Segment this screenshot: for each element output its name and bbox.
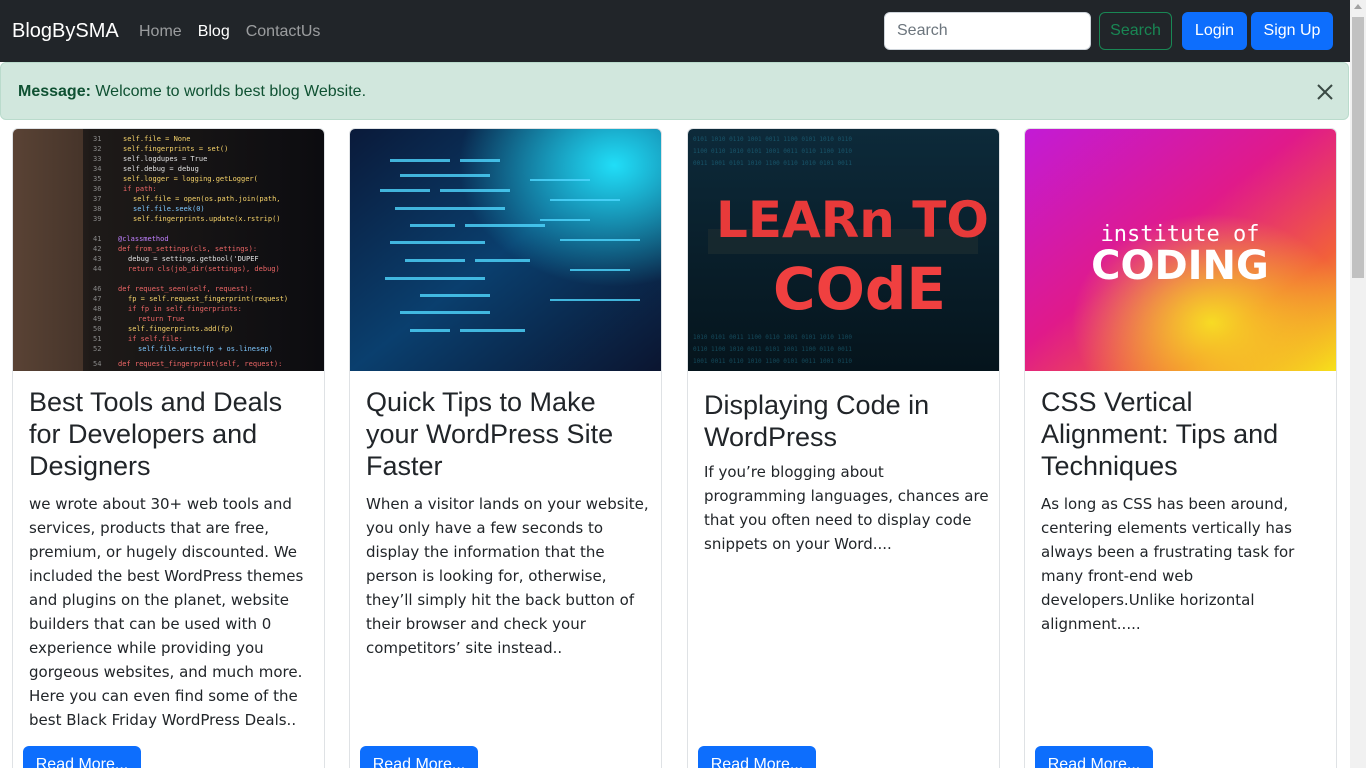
page-scrollbar[interactable] (1350, 0, 1366, 768)
nav-links: Home Blog ContactUs (139, 21, 320, 42)
svg-text:32: 32 (93, 145, 101, 153)
svg-text:fp = self.request_fingerprint(: fp = self.request_fingerprint(request) (128, 295, 288, 303)
learn-to-code-image: 0101 1010 0110 1001 0011 1100 0101 1010 … (688, 129, 999, 371)
svg-text:31: 31 (93, 135, 101, 143)
svg-text:47: 47 (93, 295, 101, 303)
svg-text:if path:: if path: (123, 185, 157, 193)
svg-text:def from_settings(cls, setting: def from_settings(cls, settings): (118, 245, 257, 253)
svg-text:self.fingerprints.update(x.rst: self.fingerprints.update(x.rstrip() (133, 215, 281, 223)
svg-text:1010 0101 0011 1100 0110 1001: 1010 0101 0011 1100 0110 1001 0101 1010 … (693, 334, 852, 341)
card-title[interactable]: CSS Vertical Alignment: Tips and Techniq… (1041, 386, 1326, 482)
svg-text:self.file.seek(0): self.file.seek(0) (133, 205, 205, 213)
blog-card: 31 self.file = None 32 self.fingerprints =… (12, 128, 325, 768)
nav-link-blog[interactable]: Blog (198, 21, 230, 42)
svg-text:0011 1001 0101 1010 1100 0110: 0011 1001 0101 1010 1100 0110 1010 0101 … (693, 160, 852, 167)
svg-text:35: 35 (93, 175, 101, 183)
image-text-coding: CODING (1091, 243, 1269, 289)
svg-text:debug = settings.getbool('DUPE: debug = settings.getbool('DUPEF (128, 255, 259, 263)
read-more-button[interactable]: Read More... (360, 746, 478, 768)
alert-label: Message: (18, 83, 91, 100)
svg-text:38: 38 (93, 205, 101, 213)
svg-text:return cls(job_dir(settings),: return cls(job_dir(settings), debug) (128, 265, 280, 273)
close-icon[interactable] (1314, 81, 1336, 103)
blue-code-screen-image (350, 129, 661, 371)
svg-text:48: 48 (93, 305, 101, 313)
svg-text:self.logger = logging.getLogge: self.logger = logging.getLogger( (123, 175, 258, 183)
card-text: When a visitor lands on your website, yo… (366, 495, 649, 657)
svg-text:41: 41 (93, 235, 101, 243)
svg-text:self.file.write(fp + os.linese: self.file.write(fp + os.linesep) (138, 345, 273, 353)
brand-logo[interactable]: BlogBySMA (12, 18, 119, 44)
svg-text:44: 44 (93, 265, 101, 273)
svg-text:if fp in self.fingerprints:: if fp in self.fingerprints: (128, 305, 242, 313)
navbar: BlogBySMA Home Blog ContactUs Search Log… (0, 0, 1350, 62)
svg-text:46: 46 (93, 285, 101, 293)
image-text-code: COdE (773, 255, 946, 323)
card-text: As long as CSS has been around, centerin… (1041, 495, 1295, 633)
svg-text:self.debug = debug: self.debug = debug (123, 165, 199, 173)
svg-text:37: 37 (93, 195, 101, 203)
code-editor-screen-image: 31 self.file = None 32 self.fingerprints =… (13, 129, 324, 371)
read-more-button[interactable]: Read More... (698, 746, 816, 768)
svg-text:33: 33 (93, 155, 101, 163)
svg-text:self.file = None: self.file = None (123, 135, 190, 143)
svg-text:self.file = open(os.path.join(: self.file = open(os.path.join(path, (133, 195, 281, 203)
nav-link-contactus[interactable]: ContactUs (246, 21, 321, 42)
svg-text:1001 0011 0110 1010 1100 0101: 1001 0011 0110 1010 1100 0101 0011 1001 … (693, 358, 852, 365)
svg-text:def request_seen(self, request: def request_seen(self, request): (118, 285, 253, 293)
read-more-button[interactable]: Read More... (1035, 746, 1153, 768)
svg-text:0101 1010 0110 1001 0011 1100: 0101 1010 0110 1001 0011 1100 0101 1010 … (693, 136, 852, 143)
alert-message: Message: Welcome to worlds best blog Web… (18, 82, 366, 102)
card-text: we wrote about 30+ web tools and service… (29, 495, 304, 729)
svg-text:if self.file:: if self.file: (128, 335, 183, 343)
svg-text:49: 49 (93, 315, 101, 323)
svg-text:0110 1100 1010 0011 0101 1001: 0110 1100 1010 0011 0101 1001 1100 0110 … (693, 346, 852, 353)
nav-link-home[interactable]: Home (139, 21, 182, 42)
svg-text:39: 39 (93, 215, 101, 223)
card-text: If you’re blogging about programming lan… (704, 463, 989, 553)
search-button[interactable]: Search (1099, 12, 1172, 50)
scrollbar-thumb[interactable] (1352, 17, 1364, 278)
svg-text:36: 36 (93, 185, 101, 193)
svg-text:@classmethod: @classmethod (118, 235, 169, 243)
svg-text:self.fingerprints = set(): self.fingerprints = set() (123, 145, 228, 153)
blog-card: 0101 1010 0110 1001 0011 1100 0101 1010 … (687, 128, 1000, 768)
svg-text:1100 0110 1010 0101 1001 0011: 1100 0110 1010 0101 1001 0011 0110 1100 … (693, 148, 852, 155)
signup-button[interactable]: Sign Up (1251, 12, 1333, 50)
card-title[interactable]: Best Tools and Deals for Developers and … (29, 386, 314, 482)
login-button[interactable]: Login (1182, 12, 1247, 50)
svg-text:34: 34 (93, 165, 101, 173)
svg-text:self.logdupes = True: self.logdupes = True (123, 155, 207, 163)
blog-card: Quick Tips to Make your WordPress Site F… (349, 128, 662, 768)
message-alert: Message: Welcome to worlds best blog Web… (0, 62, 1349, 120)
blog-card: institute of CODING CSS Vertical Alignme… (1024, 128, 1337, 768)
svg-text:50: 50 (93, 325, 101, 333)
alert-text: Welcome to worlds best blog Website. (90, 83, 367, 100)
svg-text:return True: return True (138, 315, 184, 323)
image-text-learn: LEARn TO (716, 191, 989, 249)
read-more-button[interactable]: Read More... (23, 746, 141, 768)
svg-text:54: 54 (93, 360, 101, 368)
card-title[interactable]: Displaying Code in WordPress (704, 389, 989, 453)
scroll-up-arrow-icon[interactable] (1354, 4, 1362, 9)
search-input[interactable] (884, 12, 1091, 50)
institute-of-coding-image: institute of CODING (1025, 129, 1336, 371)
svg-text:def request_fingerprint(self,: def request_fingerprint(self, request): (118, 360, 282, 368)
svg-text:51: 51 (93, 335, 101, 343)
svg-text:52: 52 (93, 345, 101, 353)
svg-text:43: 43 (93, 255, 101, 263)
svg-text:self.fingerprints.add(fp): self.fingerprints.add(fp) (128, 325, 233, 333)
card-title[interactable]: Quick Tips to Make your WordPress Site F… (366, 386, 651, 482)
svg-text:42: 42 (93, 245, 101, 253)
